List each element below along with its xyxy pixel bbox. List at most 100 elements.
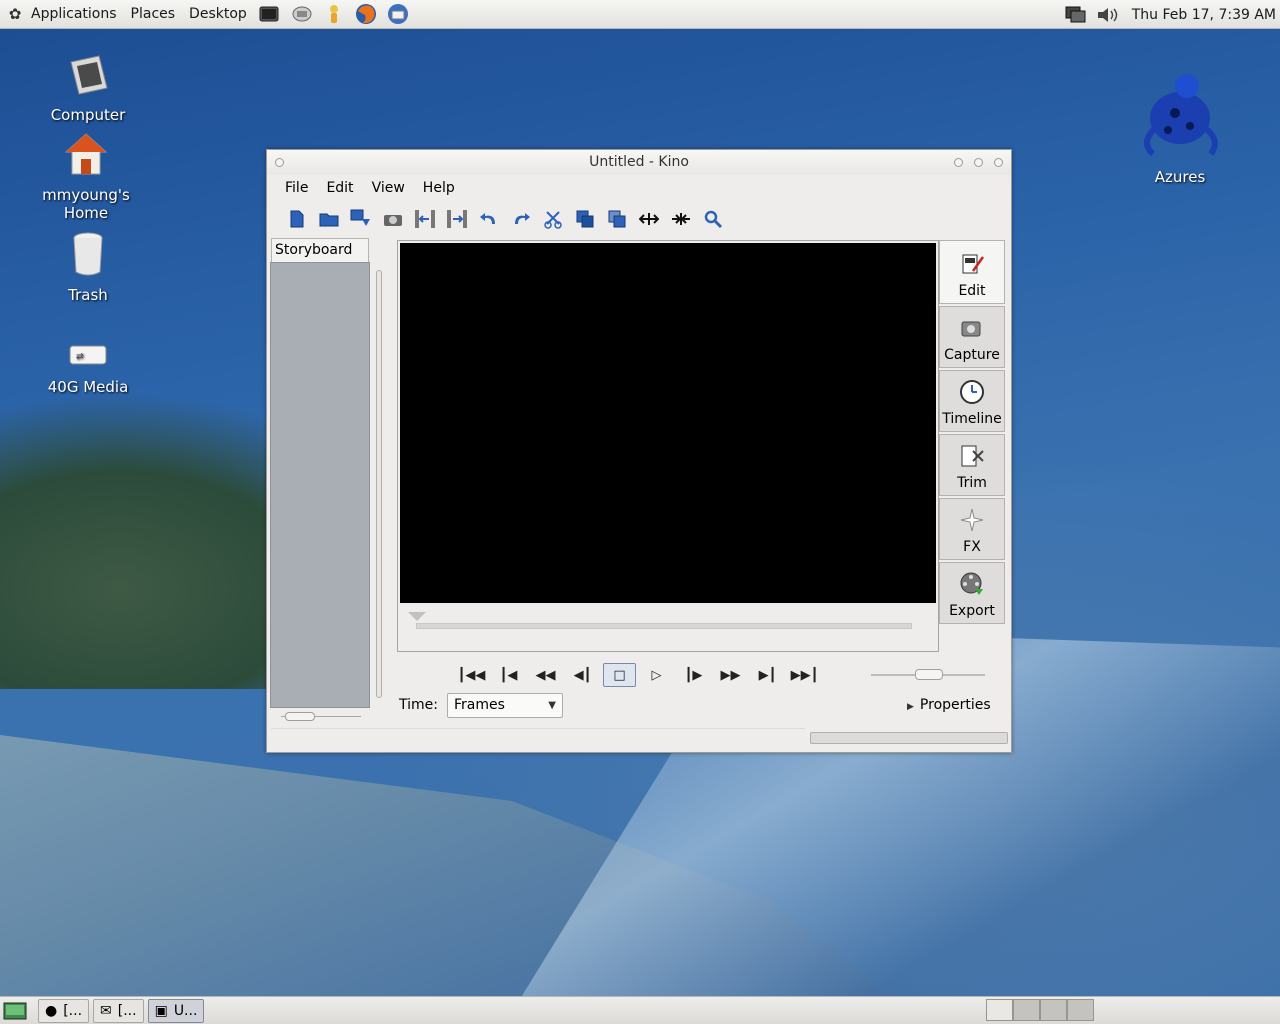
properties-expander[interactable]: ▶ Properties <box>907 697 991 713</box>
go-to-start-icon[interactable]: ┃◀◀ <box>455 663 488 687</box>
camera-icon[interactable] <box>379 205 407 233</box>
copy-icon[interactable] <box>571 205 599 233</box>
play-icon[interactable]: ▷ <box>640 663 673 687</box>
clock[interactable]: Thu Feb 17, 7:39 AM <box>1124 7 1280 23</box>
save-icon[interactable] <box>347 205 375 233</box>
desktop-icon-computer[interactable]: Computer <box>28 52 148 124</box>
tab-label: Export <box>949 603 995 619</box>
transport-controls: ┃◀◀ ┃◀ ◀◀ ◀┃ □ ▷ ┃▶ ▶▶ ▶┃ ▶▶┃ <box>455 663 825 687</box>
menu-file[interactable]: File <box>285 180 308 196</box>
tab-timeline[interactable]: Timeline <box>939 370 1005 432</box>
desktop-icon-azures[interactable]: Azures <box>1120 68 1240 186</box>
scrub-bar[interactable] <box>416 623 912 629</box>
desktop-icon-media[interactable]: ⇄ 40G Media <box>28 340 148 396</box>
clapperboard-icon: ▣ <box>154 1002 168 1019</box>
tab-label: FX <box>963 539 981 555</box>
volume-icon[interactable] <box>1095 2 1121 28</box>
taskbar-item-firefox[interactable]: ● [... <box>38 998 90 1023</box>
video-preview[interactable] <box>400 243 936 603</box>
cut-icon[interactable] <box>539 205 567 233</box>
storyboard-zoom-slider[interactable] <box>281 712 361 721</box>
close-button[interactable] <box>994 158 1003 167</box>
task-label: [... <box>63 1002 83 1019</box>
redo-icon[interactable] <box>507 205 535 233</box>
shuttle-slider[interactable] <box>871 669 985 680</box>
sparkle-icon <box>959 507 985 533</box>
time-label: Time: <box>399 697 438 713</box>
join-scenes-icon[interactable] <box>667 205 695 233</box>
film-reel-icon <box>959 571 985 597</box>
slider-knob[interactable] <box>285 712 315 721</box>
undo-icon[interactable] <box>475 205 503 233</box>
tab-trim[interactable]: Trim <box>939 434 1005 496</box>
shuttle-knob[interactable] <box>915 669 943 680</box>
zoom-icon[interactable] <box>699 205 727 233</box>
pane-divider[interactable] <box>376 270 382 698</box>
places-menu[interactable]: Places <box>124 0 183 29</box>
workspace-4[interactable] <box>1067 999 1094 1021</box>
terminal-launcher-icon[interactable] <box>257 1 283 27</box>
storyboard-pane[interactable] <box>270 262 370 708</box>
gnome-foot-icon[interactable]: ✿ <box>6 5 24 23</box>
document-small-icon: ✉ <box>100 1002 112 1019</box>
computer-icon <box>28 52 148 102</box>
fast-forward-icon[interactable]: ▶▶ <box>714 663 747 687</box>
chevron-down-icon: ▼ <box>548 700 556 711</box>
network-launcher-icon[interactable] <box>289 1 315 27</box>
window-titlebar[interactable]: Untitled - Kino <box>267 150 1011 175</box>
menu-view[interactable]: View <box>372 180 405 196</box>
window-menu-button[interactable] <box>275 158 284 167</box>
rewind-icon[interactable]: ◀◀ <box>529 663 562 687</box>
scrub-marker[interactable] <box>408 612 426 621</box>
next-frame-icon[interactable]: ┃▶ <box>677 663 710 687</box>
frog-icon <box>1120 68 1240 164</box>
desktop-icon-label: 40G Media <box>47 378 129 396</box>
workspace-3[interactable] <box>1040 999 1067 1021</box>
bottom-panel: ● [... ✉ [... ▣ U... <box>0 996 1280 1024</box>
previous-scene-icon[interactable]: ┃◀ <box>492 663 525 687</box>
firefox-icon[interactable] <box>353 1 379 27</box>
workspace-switcher <box>986 999 1094 1021</box>
time-format-select[interactable]: Frames ▼ <box>447 693 563 718</box>
taskbar-item-document[interactable]: ✉ [... <box>93 998 144 1023</box>
window-title: Untitled - Kino <box>589 154 689 170</box>
network-monitor-icon[interactable] <box>1063 2 1089 28</box>
desktop-icon-trash[interactable]: Trash <box>28 232 148 304</box>
menu-edit[interactable]: Edit <box>326 180 353 196</box>
tab-export[interactable]: Export <box>939 562 1005 624</box>
video-frame <box>397 240 939 652</box>
progress-bar <box>810 732 1008 744</box>
menu-help[interactable]: Help <box>423 180 455 196</box>
tab-edit[interactable]: Edit <box>939 240 1005 304</box>
applications-menu[interactable]: Applications <box>24 0 124 29</box>
desktop-menu[interactable]: Desktop <box>182 0 254 29</box>
tab-capture[interactable]: Capture <box>939 306 1005 368</box>
previous-frame-icon[interactable]: ◀┃ <box>566 663 599 687</box>
paste-icon[interactable] <box>603 205 631 233</box>
tab-fx[interactable]: FX <box>939 498 1005 560</box>
properties-label: Properties <box>919 697 991 713</box>
split-scene-icon[interactable] <box>635 205 663 233</box>
user-launcher-icon[interactable] <box>321 1 347 27</box>
storyboard-tab[interactable]: Storyboard <box>271 238 369 262</box>
open-folder-icon[interactable] <box>315 205 343 233</box>
tab-label: Capture <box>944 347 1000 363</box>
workspace-1[interactable] <box>986 999 1013 1021</box>
maximize-button[interactable] <box>974 158 983 167</box>
show-desktop-icon[interactable] <box>2 998 28 1024</box>
insert-before-icon[interactable] <box>411 205 439 233</box>
stop-icon[interactable]: □ <box>603 663 636 687</box>
workspace-2[interactable] <box>1013 999 1040 1021</box>
thunderbird-icon[interactable] <box>385 1 411 27</box>
desktop-icon-label: Azures <box>1154 168 1206 186</box>
tab-label: Trim <box>957 475 987 491</box>
desktop-icon-home[interactable]: mmyoung's Home <box>26 132 146 222</box>
toolbar <box>267 201 1011 237</box>
minimize-button[interactable] <box>954 158 963 167</box>
tab-label: Timeline <box>942 411 1002 427</box>
taskbar-item-kino[interactable]: ▣ U... <box>147 998 205 1023</box>
new-document-icon[interactable] <box>283 205 311 233</box>
insert-after-icon[interactable] <box>443 205 471 233</box>
go-to-end-icon[interactable]: ▶▶┃ <box>788 663 821 687</box>
next-scene-icon[interactable]: ▶┃ <box>751 663 784 687</box>
